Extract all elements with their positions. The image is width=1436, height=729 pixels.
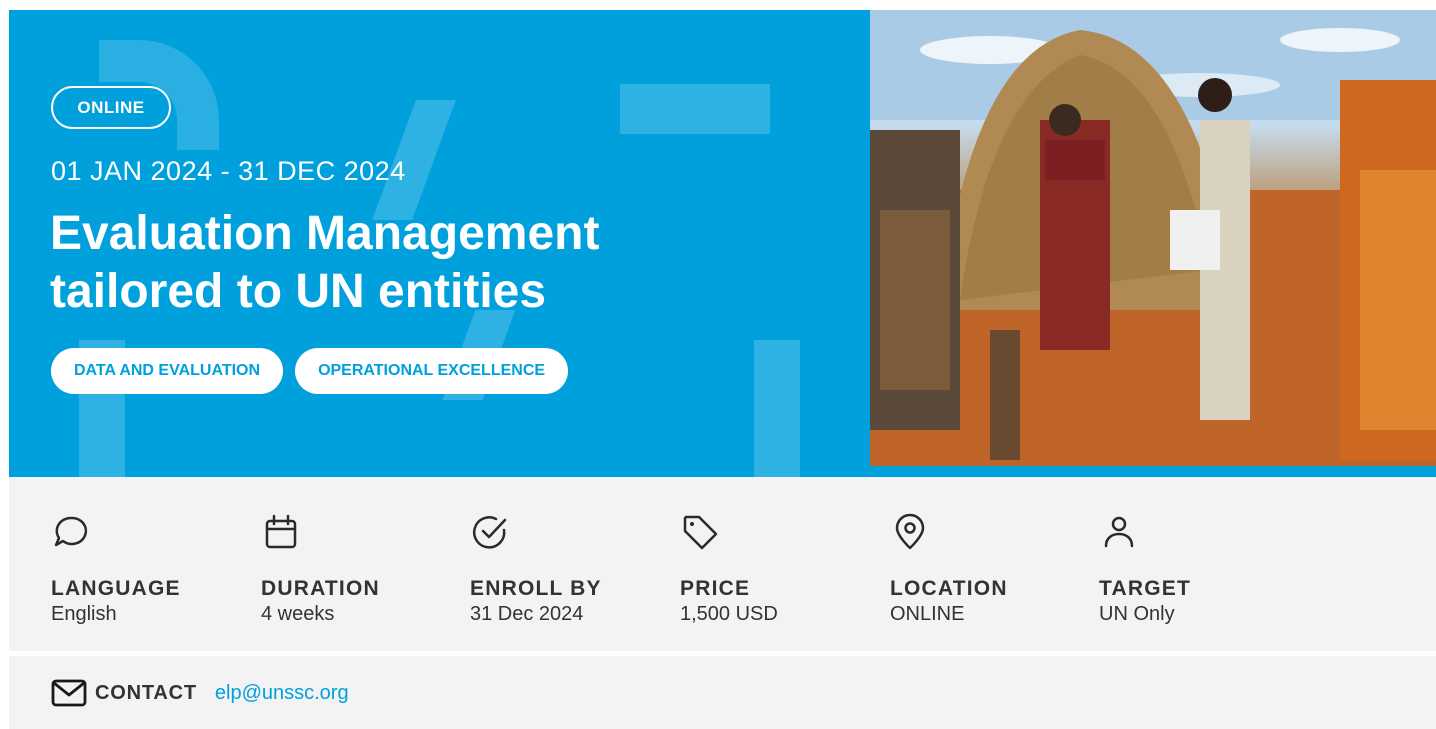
contact-row: CONTACT elp@unssc.org (51, 678, 349, 708)
topic-tags: DATA AND EVALUATION OPERATIONAL EXCELLEN… (51, 348, 569, 394)
course-photo (870, 10, 1436, 466)
course-title-line1: Evaluation Management (50, 207, 600, 260)
photo-underline (870, 466, 1436, 477)
info-value: ONLINE (890, 603, 965, 625)
info-label: LANGUAGE (51, 577, 181, 600)
course-info-bar: LANGUAGE English DURATION 4 weeks ENROLL… (9, 477, 1436, 651)
info-price: PRICE 1,500 USD (680, 512, 880, 626)
info-value: 4 weeks (261, 603, 335, 625)
info-label: LOCATION (890, 577, 1008, 600)
info-target: TARGET UN Only (1099, 512, 1299, 626)
info-location: LOCATION ONLINE (890, 512, 1090, 626)
tag-operational-excellence[interactable]: OPERATIONAL EXCELLENCE (295, 348, 569, 394)
info-label: ENROLL BY (470, 577, 602, 600)
envelope-icon (51, 679, 87, 707)
info-value: English (51, 603, 117, 625)
speech-bubble-icon (54, 516, 88, 547)
info-value: UN Only (1099, 603, 1175, 625)
info-enroll-by: ENROLL BY 31 Dec 2024 (470, 512, 670, 626)
contact-label: CONTACT (95, 681, 197, 704)
info-duration: DURATION 4 weeks (261, 512, 461, 626)
check-circle-icon (473, 516, 507, 549)
info-value: 1,500 USD (680, 603, 778, 625)
delivery-mode-badge: ONLINE (51, 86, 171, 129)
info-label: TARGET (1099, 577, 1191, 600)
price-tag-icon (683, 515, 718, 550)
tag-data-and-evaluation[interactable]: DATA AND EVALUATION (51, 348, 284, 394)
course-title-line2: tailored to UN entities (50, 265, 547, 318)
photo-illustration (870, 10, 1436, 466)
decorative-shape (754, 340, 800, 477)
course-dates: 01 JAN 2024 - 31 DEC 2024 (51, 156, 406, 186)
calendar-icon (265, 514, 297, 549)
course-title: Evaluation Management tailored to UN ent… (50, 205, 810, 321)
info-label: DURATION (261, 577, 380, 600)
decorative-shape (620, 84, 770, 134)
info-label: PRICE (680, 577, 751, 600)
contact-bar: CONTACT elp@unssc.org (9, 656, 1436, 729)
info-value: 31 Dec 2024 (470, 603, 584, 625)
location-pin-icon (895, 513, 925, 550)
person-icon (1104, 516, 1134, 548)
info-language: LANGUAGE English (51, 512, 251, 626)
contact-email-link[interactable]: elp@unssc.org (215, 682, 349, 705)
